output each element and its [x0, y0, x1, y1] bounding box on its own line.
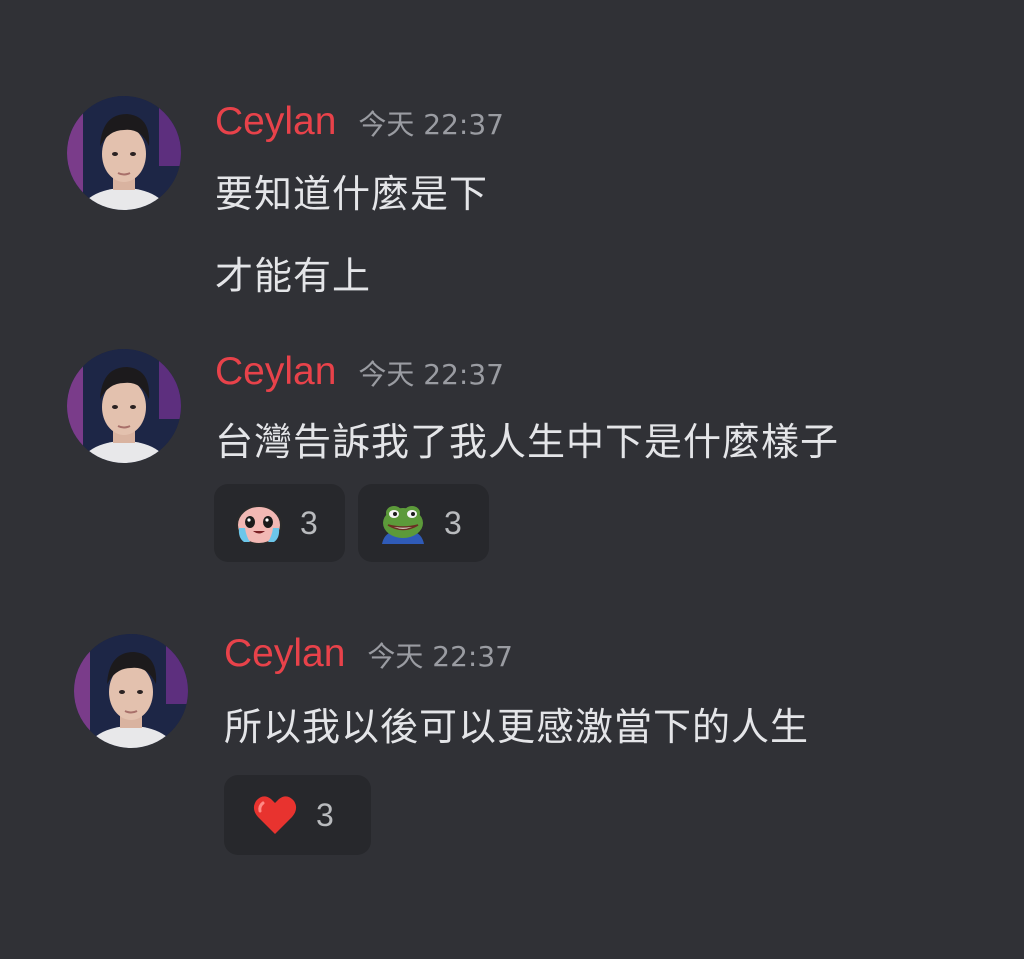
username[interactable]: Ceylan — [215, 100, 336, 143]
reaction-pepe-frog[interactable]: 3 — [358, 484, 489, 562]
message-header: Ceylan 今天 22:37 — [215, 350, 504, 394]
avatar[interactable] — [67, 96, 181, 210]
reaction-count: 3 — [316, 796, 334, 833]
message-text: 要知道什麼是下 — [215, 172, 489, 216]
reaction-count: 3 — [300, 504, 318, 541]
message-header: Ceylan 今天 22:37 — [215, 100, 504, 144]
timestamp: 今天 22:37 — [367, 640, 513, 673]
message-text: 台灣告訴我了我人生中下是什麼樣子 — [215, 420, 840, 464]
message-text: 才能有上 — [215, 254, 372, 298]
username[interactable]: Ceylan — [215, 350, 336, 393]
chat-panel: Ceylan 今天 22:37 要知道什麼是下 才能有上 Ceylan 今天 22:… — [0, 0, 1024, 959]
message-text: 所以我以後可以更感激當下的人生 — [224, 705, 810, 749]
timestamp: 今天 22:37 — [358, 358, 504, 391]
avatar[interactable] — [67, 349, 181, 463]
reaction-crying-face[interactable]: 3 — [214, 484, 345, 562]
heart-icon — [253, 796, 297, 834]
reaction-red-heart[interactable]: 3 — [224, 775, 371, 855]
avatar-image — [67, 349, 181, 463]
avatar[interactable] — [74, 634, 188, 748]
message-header: Ceylan 今天 22:37 — [224, 632, 513, 676]
timestamp: 今天 22:37 — [358, 108, 504, 141]
reaction-count: 3 — [444, 504, 462, 541]
username[interactable]: Ceylan — [224, 632, 345, 675]
avatar-image — [67, 96, 181, 210]
crying-face-icon — [236, 505, 282, 545]
pepe-frog-icon — [382, 506, 424, 544]
avatar-image — [74, 634, 188, 748]
